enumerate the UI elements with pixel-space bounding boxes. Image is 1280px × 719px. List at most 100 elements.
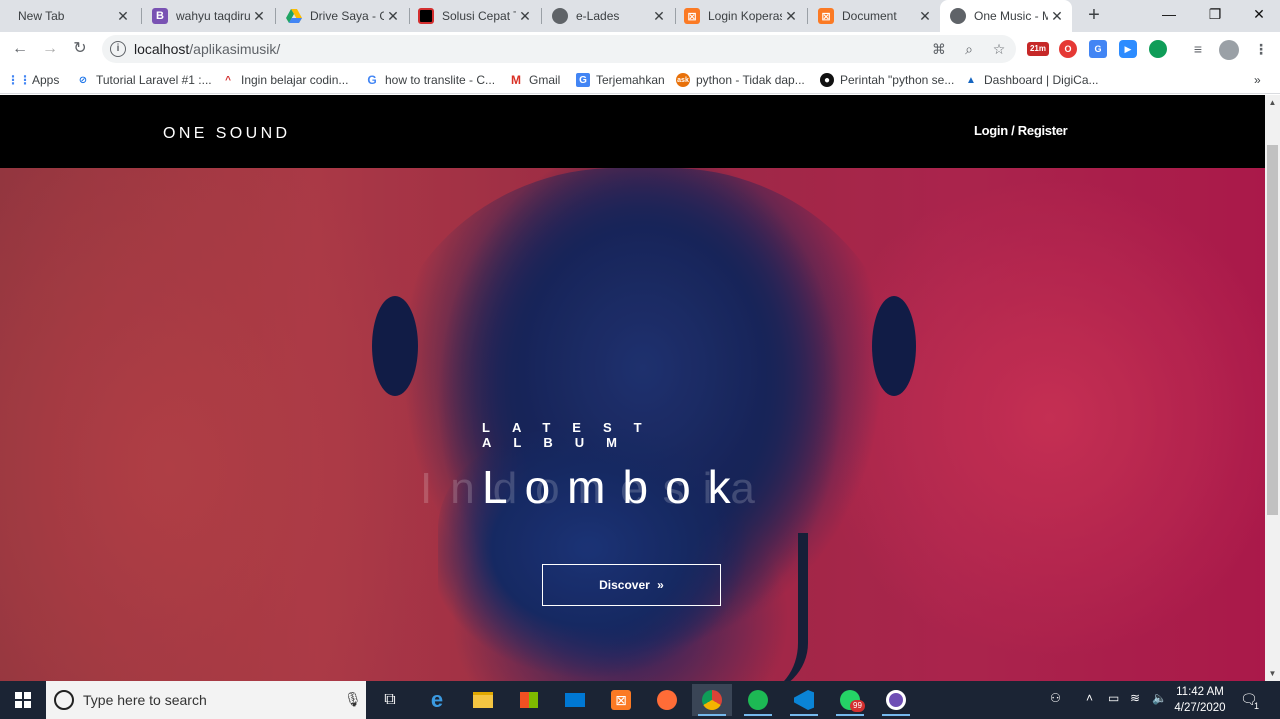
scroll-thumb[interactable]: [1267, 145, 1278, 515]
discover-button[interactable]: Discover »: [542, 564, 721, 606]
browser-tab-strip: New Tab ✕ B wahyu taqdirul ✕ Drive Saya …: [0, 0, 1280, 32]
bootstrap-icon: B: [152, 8, 168, 24]
bookmark-apps[interactable]: ⋮⋮ Apps: [7, 71, 60, 89]
volume-icon[interactable]: 🔈: [1152, 691, 1167, 705]
avatar[interactable]: [1219, 40, 1239, 60]
task-view-icon[interactable]: ⧉: [370, 684, 410, 716]
globe-icon: [950, 8, 966, 24]
address-bar[interactable]: i localhost/aplikasimusik/ ⌘ ⌕ ☆: [102, 35, 1016, 63]
translate-icon: G: [576, 73, 590, 87]
clock-time: 11:42 AM: [1176, 686, 1224, 698]
reload-icon[interactable]: ↻: [68, 37, 92, 61]
gmail-icon: M: [511, 73, 521, 87]
info-icon[interactable]: i: [110, 41, 126, 57]
bookmark-label: Gmail: [529, 73, 561, 87]
notification-count: 1: [1254, 701, 1260, 711]
laravel-icon: ⊘: [78, 74, 88, 86]
media-control-icon[interactable]: ≡: [1189, 40, 1207, 58]
hero-banner: LATEST ALBUM Indonesia Lombok Discover »: [0, 168, 1265, 681]
xampp-icon: ⊠: [818, 8, 834, 24]
store-icon[interactable]: [509, 684, 549, 716]
close-icon[interactable]: ✕: [250, 8, 268, 25]
close-icon[interactable]: ✕: [114, 8, 132, 25]
tab-one-music[interactable]: One Music - M ✕: [940, 0, 1072, 32]
site-logo[interactable]: ONE SOUND: [163, 125, 291, 143]
red-square-icon: [418, 8, 434, 24]
whatsapp-icon[interactable]: 99: [830, 684, 870, 716]
microphone-icon[interactable]: 🎙: [344, 691, 362, 708]
maximize-icon[interactable]: ❐: [1192, 0, 1238, 30]
close-icon[interactable]: ✕: [1048, 8, 1066, 25]
opera-extension-icon[interactable]: O: [1059, 40, 1077, 58]
bookmark-star-icon[interactable]: ☆: [990, 40, 1008, 58]
xampp-icon[interactable]: ⊠: [601, 684, 641, 716]
bookmark-laravel[interactable]: ⊘ Tutorial Laravel #1 :...: [76, 71, 212, 89]
spotify-icon[interactable]: [738, 684, 778, 716]
apps-grid-icon: ⋮⋮: [7, 73, 31, 87]
tab-login-koperasi[interactable]: ⊠ Login Koperasi ✕: [674, 0, 806, 32]
bookmark-label: Dashboard | DigiCa...: [984, 73, 1099, 87]
tab-solusi[interactable]: Solusi Cepat Te ✕: [408, 0, 540, 32]
bookmark-dashboard[interactable]: ▲ Dashboard | DigiCa...: [964, 71, 1099, 89]
close-icon[interactable]: ✕: [384, 8, 402, 25]
windows-start-icon[interactable]: [0, 681, 46, 719]
new-tab-plus-icon[interactable]: +: [1082, 4, 1106, 28]
file-explorer-icon[interactable]: [463, 684, 503, 716]
people-icon[interactable]: ⚇: [1050, 691, 1061, 705]
cortana-icon: [54, 690, 74, 710]
tab-title: Document: [842, 9, 897, 23]
login-register-link[interactable]: Login / Register: [974, 123, 1068, 138]
forward-arrow-icon[interactable]: →: [38, 37, 62, 61]
minimize-icon[interactable]: —: [1146, 0, 1192, 30]
tab-drive[interactable]: Drive Saya - Go ✕: [276, 0, 408, 32]
zoom-extension-icon[interactable]: ▶: [1119, 40, 1137, 58]
tab-wahyu[interactable]: B wahyu taqdirul ✕: [142, 0, 274, 32]
tab-elades[interactable]: e-Lades ✕: [542, 0, 674, 32]
taskbar-clock[interactable]: 11:42 AM 4/27/2020: [1172, 684, 1228, 716]
taskbar-search-box[interactable]: Type here to search 🎙: [46, 681, 366, 719]
window-close-icon[interactable]: ✕: [1236, 0, 1280, 30]
zoom-icon[interactable]: ⌕: [960, 40, 978, 58]
tab-title: New Tab: [18, 9, 65, 23]
bookmark-translite[interactable]: Ghow to translite - C...: [365, 71, 495, 89]
screenrecorder-icon[interactable]: [876, 684, 916, 716]
close-icon[interactable]: ✕: [650, 8, 668, 25]
page-viewport: ONE SOUND Login / Register LATEST ALBUM …: [0, 95, 1265, 681]
timer-extension-icon[interactable]: 21m: [1027, 42, 1049, 56]
close-icon[interactable]: ✕: [916, 8, 934, 25]
tab-title: Solusi Cepat Te: [442, 9, 516, 23]
bookmark-terjemahkan[interactable]: G Terjemahkan: [576, 71, 665, 89]
bookmarks-bar: ⋮⋮ Apps ⊘ Tutorial Laravel #1 :... ^ Ingin …: [0, 66, 1280, 94]
edge-icon[interactable]: e: [417, 684, 457, 716]
mail-icon[interactable]: [555, 684, 595, 716]
close-icon[interactable]: ✕: [516, 8, 534, 25]
translate-extension-icon[interactable]: G: [1089, 40, 1107, 58]
wifi-icon[interactable]: ≋: [1130, 691, 1140, 705]
xampp-icon: ⊠: [684, 8, 700, 24]
postman-icon[interactable]: [647, 684, 687, 716]
more-menu-icon[interactable]: ⋮: [1252, 40, 1270, 58]
bookmark-label: Ingin belajar codin...: [241, 73, 349, 87]
bookmark-gmail[interactable]: M Gmail: [509, 71, 560, 89]
battery-icon[interactable]: ▭: [1108, 691, 1119, 705]
bookmark-label: Apps: [32, 73, 60, 87]
vscode-icon[interactable]: [784, 684, 824, 716]
page-scrollbar[interactable]: ▲ ▼: [1265, 95, 1280, 681]
tab-document[interactable]: ⊠ Document ✕: [808, 0, 940, 32]
translate-page-icon[interactable]: ⌘: [930, 40, 948, 58]
bookmark-dicoding[interactable]: ^ Ingin belajar codin...: [221, 71, 348, 89]
chevron-up-icon[interactable]: ˄: [1086, 691, 1093, 705]
hangouts-extension-icon[interactable]: [1149, 40, 1167, 58]
dicoding-icon: ^: [225, 74, 231, 86]
back-arrow-icon[interactable]: ←: [8, 37, 32, 61]
bookmark-label: Tutorial Laravel #1 :...: [96, 73, 212, 87]
scroll-up-arrow-icon[interactable]: ▲: [1265, 95, 1280, 110]
scroll-down-arrow-icon[interactable]: ▼: [1265, 666, 1280, 681]
bookmark-python[interactable]: ask python - Tidak dap...: [676, 71, 805, 89]
bookmarks-overflow-button[interactable]: »: [1254, 71, 1261, 89]
bookmark-github[interactable]: ● Perintah "python se...: [820, 71, 954, 89]
url-text[interactable]: localhost/aplikasimusik/: [134, 41, 280, 57]
tab-new-tab[interactable]: New Tab ✕: [8, 0, 138, 32]
close-icon[interactable]: ✕: [782, 8, 800, 25]
chrome-icon[interactable]: [692, 684, 732, 716]
